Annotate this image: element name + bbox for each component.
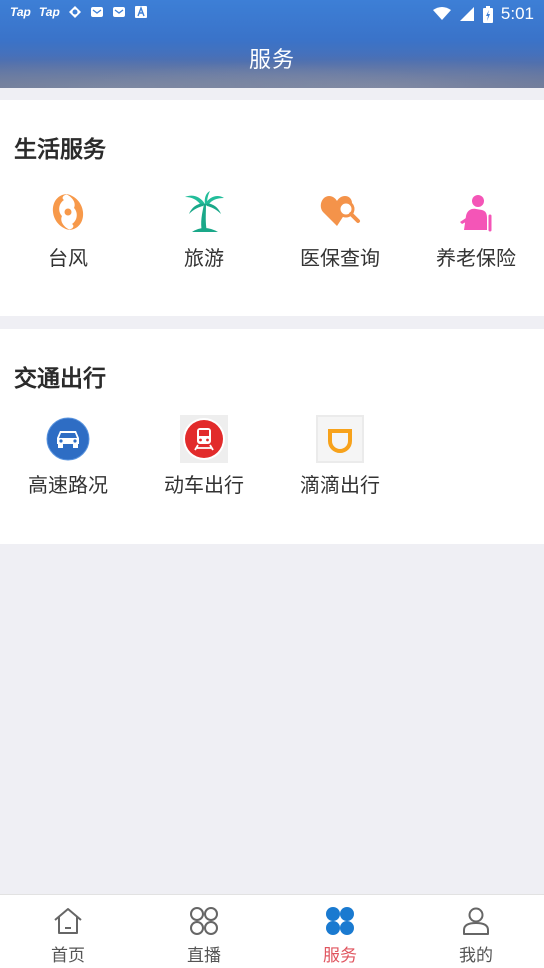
service-tile-pension-insurance[interactable]: 养老保险: [408, 188, 544, 271]
status-time: 5:01: [500, 4, 534, 23]
service-tile-label: 滴滴出行: [300, 473, 380, 497]
section-title: 生活服务: [14, 137, 106, 163]
service-tile-label: 台风: [48, 246, 88, 270]
service-tile-label: 高速路况: [28, 473, 108, 497]
home-icon: [54, 908, 82, 934]
page-title: 服务: [248, 48, 295, 73]
nav-tab-label: 服务: [323, 946, 357, 966]
palm-tree-icon: [180, 188, 228, 236]
transport-section: 交通出行 高速路况 动车出行 滴滴出行: [0, 329, 544, 544]
bottom-navigation: 首页 直播 服务 我的: [0, 894, 544, 968]
service-tile-travel[interactable]: 旅游: [136, 188, 272, 271]
didi-icon: [316, 415, 364, 463]
train-icon: [180, 415, 228, 463]
taptap-notification-label: Tap: [10, 5, 31, 19]
taptap-notification-label: Tap: [38, 5, 60, 19]
service-tile-label: 医保查询: [300, 246, 380, 270]
service-tile-bullet-train[interactable]: 动车出行: [136, 415, 272, 498]
service-tile-label: 动车出行: [164, 473, 244, 497]
mail-notification-icon: [90, 7, 103, 17]
nav-tab-profile[interactable]: 我的: [408, 895, 544, 968]
service-tile-highway-status[interactable]: 高速路况: [0, 415, 136, 498]
service-icon: [326, 907, 354, 935]
nav-tab-service[interactable]: 服务: [272, 895, 408, 968]
wifi-icon: [432, 7, 451, 20]
nav-tab-label: 首页: [51, 946, 85, 966]
user-icon: [463, 907, 489, 935]
status-bar: Tap Tap 5:01: [0, 0, 544, 28]
heart-search-icon: [316, 188, 364, 236]
app-store-notification-icon: [134, 6, 147, 18]
live-grid-icon: [190, 907, 218, 935]
nav-tab-live[interactable]: 直播: [136, 895, 272, 968]
service-tile-typhoon[interactable]: 台风: [0, 188, 136, 271]
app-header: Tap Tap 5:01 服务: [0, 0, 544, 88]
service-tile-didi[interactable]: 滴滴出行: [272, 415, 408, 498]
nav-tab-home[interactable]: 首页: [0, 895, 136, 968]
car-icon: [44, 415, 92, 463]
elderly-icon: [452, 188, 500, 236]
service-tile-medical-insurance[interactable]: 医保查询: [272, 188, 408, 271]
section-title: 交通出行: [14, 366, 106, 392]
service-tile-label: 旅游: [184, 246, 224, 270]
life-services-section: 生活服务 台风 旅游 医保查询 养老保险: [0, 100, 544, 316]
nav-tab-label: 直播: [187, 946, 221, 966]
typhoon-icon: [44, 188, 92, 236]
sync-notification-icon: [68, 6, 81, 18]
mail-notification-icon: [112, 7, 125, 17]
battery-icon: [482, 5, 493, 23]
nav-tab-label: 我的: [459, 946, 493, 966]
service-tile-label: 养老保险: [436, 246, 516, 270]
cell-signal-icon: [459, 7, 474, 21]
